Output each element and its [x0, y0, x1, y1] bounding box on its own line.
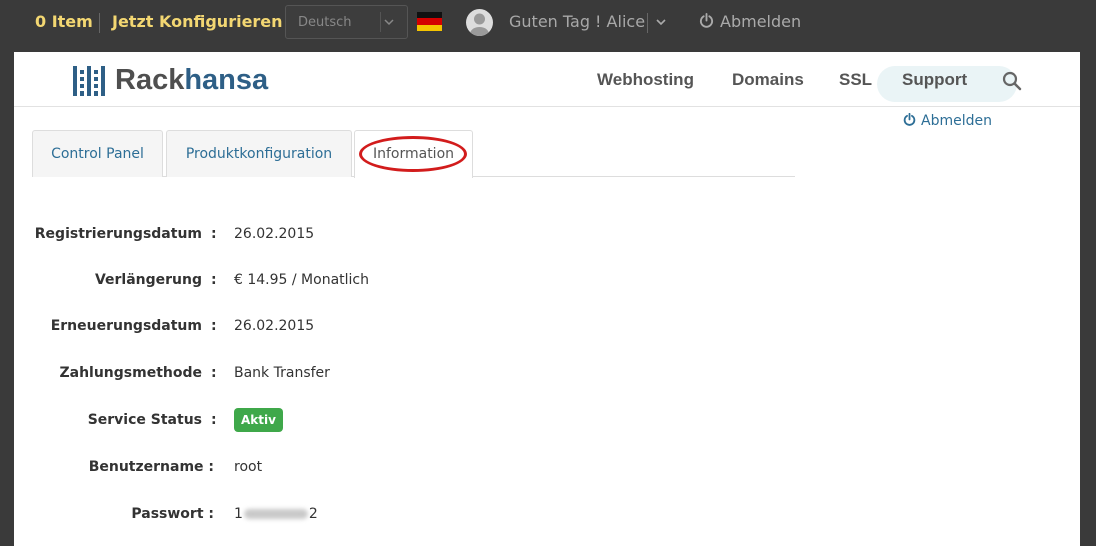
- info-colon: :: [211, 412, 217, 428]
- top-bar: 0 Item Jetzt Konfigurieren Deutsch Guten…: [0, 0, 1096, 46]
- language-select[interactable]: Deutsch: [285, 5, 408, 39]
- info-row-password: Passwort : 12: [14, 506, 614, 528]
- logo-text-rack: Rack: [115, 64, 185, 96]
- info-colon: :: [211, 318, 217, 334]
- info-label: Verlängerung: [94, 272, 202, 288]
- search-icon[interactable]: [1002, 71, 1022, 91]
- configure-link[interactable]: Jetzt Konfigurieren: [112, 12, 283, 31]
- user-greeting[interactable]: Guten Tag ! Alice: [509, 12, 645, 31]
- password-start: 1: [234, 506, 243, 522]
- cart-link[interactable]: 0 Item: [35, 12, 93, 31]
- logo-bars-icon: [73, 66, 105, 96]
- nav-ssl[interactable]: SSL: [839, 70, 872, 90]
- password-blur: [243, 509, 308, 519]
- logout-label: Abmelden: [720, 12, 802, 31]
- info-colon: :: [211, 272, 217, 288]
- info-value: 26.02.2015: [234, 318, 315, 334]
- info-row-status: Service Status : Aktiv: [14, 408, 614, 434]
- divider: [99, 13, 100, 33]
- power-icon: [903, 112, 916, 126]
- info-value: Bank Transfer: [234, 365, 330, 381]
- tab-control-panel[interactable]: Control Panel: [32, 130, 163, 177]
- logo-text: Rackhansa: [115, 64, 268, 97]
- status-badge: Aktiv: [234, 408, 283, 432]
- nav-webhosting[interactable]: Webhosting: [597, 70, 694, 90]
- info-row-username: Benutzername : root: [14, 459, 614, 481]
- info-label: Zahlungsmethode: [59, 365, 202, 381]
- info-value: 26.02.2015: [234, 226, 315, 242]
- divider: [647, 13, 648, 33]
- info-colon: :: [211, 226, 217, 242]
- info-value: € 14.95 / Monatlich: [234, 272, 369, 288]
- password-end: 2: [308, 506, 318, 522]
- divider: [380, 12, 381, 32]
- sub-logout-label: Abmelden: [921, 113, 992, 129]
- main-panel: Rackhansa Webhosting Domains SSL Support…: [14, 52, 1080, 546]
- info-label: Service Status: [87, 412, 202, 428]
- logout-link[interactable]: Abmelden: [699, 12, 801, 31]
- info-row-registration: Registrierungsdatum : 26.02.2015: [14, 226, 614, 248]
- info-colon: :: [211, 365, 217, 381]
- german-flag-icon[interactable]: [417, 12, 442, 31]
- avatar[interactable]: [466, 9, 493, 36]
- info-label: Passwort :: [131, 506, 214, 522]
- chevron-down-icon[interactable]: [655, 11, 667, 37]
- nav-domains[interactable]: Domains: [732, 70, 804, 90]
- sub-logout-link[interactable]: Abmelden: [903, 112, 992, 129]
- logo-text-hansa: hansa: [184, 64, 269, 96]
- chevron-down-icon: [384, 12, 394, 35]
- annotation-circle: [359, 136, 467, 172]
- info-label: Erneuerungsdatum: [50, 318, 202, 334]
- info-value: root: [234, 459, 263, 475]
- nav-support[interactable]: Support: [902, 70, 967, 90]
- info-value: 12: [234, 506, 318, 522]
- info-label: Benutzername :: [88, 459, 214, 475]
- info-row-renewal-date: Erneuerungsdatum : 26.02.2015: [14, 318, 614, 340]
- info-row-payment: Zahlungsmethode : Bank Transfer: [14, 365, 614, 387]
- info-label: Registrierungsdatum: [34, 226, 202, 242]
- info-row-renewal: Verlängerung : € 14.95 / Monatlich: [14, 272, 614, 294]
- power-icon: [699, 13, 714, 28]
- header-divider: [14, 106, 1080, 107]
- language-select-value: Deutsch: [298, 15, 352, 30]
- tab-produktkonfiguration[interactable]: Produktkonfiguration: [166, 130, 352, 177]
